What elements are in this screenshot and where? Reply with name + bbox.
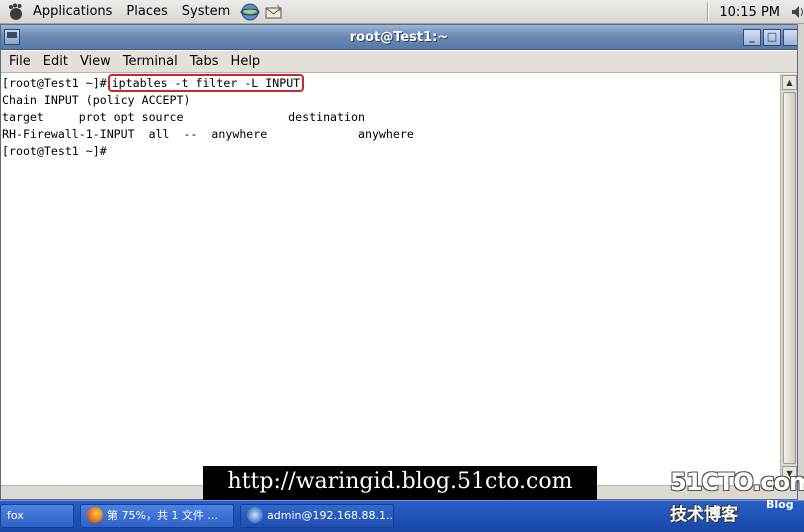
- window-titlebar[interactable]: root@Test1:~ _ □: [1, 25, 797, 50]
- scroll-up-icon[interactable]: ▲: [782, 75, 797, 90]
- terminal-prompt: [root@Test1 ~]#: [2, 76, 107, 90]
- blog-url-watermark: http://waringid.blog.51cto.com: [203, 466, 597, 500]
- terminal-window: root@Test1:~ _ □ File Edit View Terminal…: [0, 24, 798, 500]
- highlighted-command: iptables -t filter -L INPUT: [107, 74, 305, 92]
- firefox-icon: [87, 507, 103, 523]
- menu-file[interactable]: File: [3, 54, 37, 69]
- gnome-foot-icon[interactable]: [6, 3, 26, 21]
- menu-terminal[interactable]: Terminal: [117, 54, 184, 69]
- maximize-button[interactable]: □: [763, 29, 781, 46]
- panel-menus: Applications Places System: [0, 0, 285, 24]
- brand-logo: 51CTO.com 技术博客 Blog: [668, 468, 804, 526]
- panel-separator: [707, 2, 710, 22]
- taskbar-item-firefox[interactable]: fox: [0, 504, 74, 528]
- ssh-client-icon: [247, 507, 263, 523]
- menu-view[interactable]: View: [74, 54, 117, 69]
- brand-logo-blog: Blog: [766, 498, 794, 511]
- terminal-line-command: [root@Test1 ~]# iptables -t filter -L INP…: [1, 74, 779, 92]
- window-title: root@Test1:~: [349, 30, 449, 45]
- scrollbar-thumb[interactable]: [783, 92, 796, 464]
- mail-launcher-icon[interactable]: [263, 2, 285, 22]
- panel-right: 10:15 PM: [707, 0, 804, 24]
- terminal-line: Chain INPUT (policy ACCEPT): [2, 93, 191, 107]
- menu-places[interactable]: Places: [119, 0, 174, 24]
- taskbar-item-document[interactable]: 第 75%，共 1 文件 ...: [80, 504, 234, 528]
- clock[interactable]: 10:15 PM: [719, 5, 780, 20]
- menu-system[interactable]: System: [175, 0, 237, 24]
- minimize-button[interactable]: _: [743, 29, 761, 46]
- volume-icon[interactable]: [790, 2, 804, 22]
- close-button[interactable]: [783, 29, 797, 46]
- taskbar-item-ssh-session[interactable]: admin@192.168.88.1...: [240, 504, 394, 528]
- terminal-line: target prot opt source destination: [2, 110, 365, 124]
- terminal-line: RH-Firewall-1-INPUT all -- anywhere anyw…: [2, 127, 414, 141]
- menu-tabs[interactable]: Tabs: [184, 54, 225, 69]
- terminal-output[interactable]: [root@Test1 ~]# iptables -t filter -L INP…: [1, 74, 779, 485]
- terminal-final-prompt: [root@Test1 ~]#: [2, 144, 107, 158]
- terminal-menubar: File Edit View Terminal Tabs Help: [1, 51, 797, 73]
- brand-logo-subtitle: 技术博客: [670, 505, 738, 525]
- menu-edit[interactable]: Edit: [37, 54, 74, 69]
- brand-logo-main: 51CTO.com: [670, 468, 804, 496]
- menu-help[interactable]: Help: [225, 54, 267, 69]
- web-browser-launcher-icon[interactable]: [239, 2, 261, 22]
- menu-applications[interactable]: Applications: [26, 0, 119, 24]
- vertical-scrollbar[interactable]: ▲ ▼: [780, 74, 797, 485]
- top-panel: Applications Places System 10:15 PM: [0, 0, 804, 24]
